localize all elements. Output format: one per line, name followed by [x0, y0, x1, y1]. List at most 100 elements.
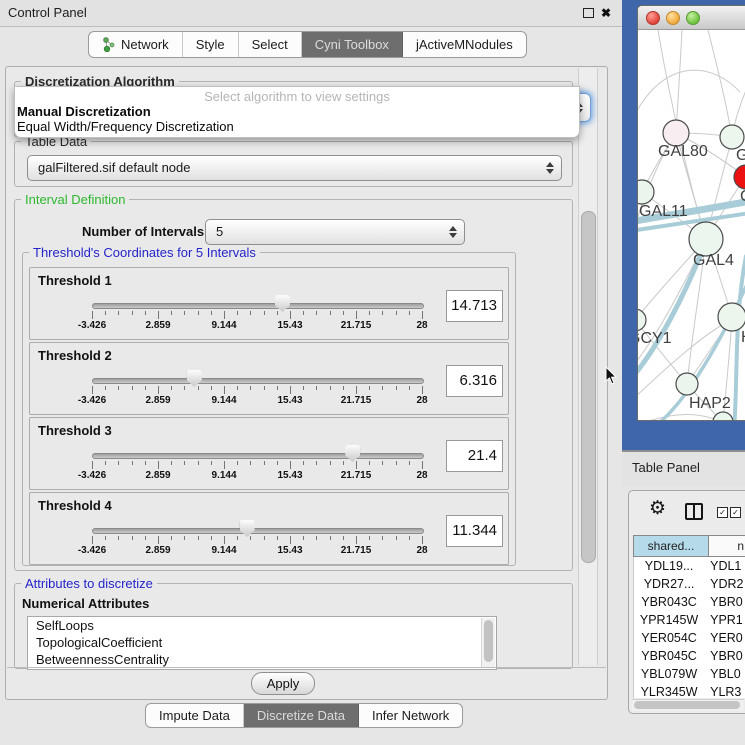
- panel-title: Control Panel: [8, 0, 87, 26]
- tick-label: 2.859: [130, 395, 186, 406]
- cell-shared-name[interactable]: YBR043C: [634, 593, 704, 611]
- threshold-value-input[interactable]: 6.316: [446, 365, 503, 397]
- table-row[interactable]: YER054CYER0: [634, 629, 745, 647]
- slider-thumb[interactable]: [187, 370, 202, 387]
- tab-impute-data[interactable]: Impute Data: [146, 704, 244, 727]
- table-row[interactable]: YBL079WYBL0: [634, 665, 745, 683]
- cell-name[interactable]: YDR2: [704, 575, 745, 593]
- table-row[interactable]: YPR145WYPR1: [634, 611, 745, 629]
- slider-thumb[interactable]: [345, 445, 360, 462]
- tab-jactivemnodules[interactable]: jActiveMNodules: [403, 32, 526, 57]
- tick: [396, 536, 397, 540]
- tick: [382, 311, 383, 315]
- control-panel-tabs: Network Style Select Cyni Toolbox jActiv…: [88, 31, 527, 58]
- cell-shared-name[interactable]: YDL19...: [634, 557, 704, 575]
- cell-shared-name[interactable]: YPR145W: [634, 611, 704, 629]
- tab-style[interactable]: Style: [183, 32, 239, 57]
- cell-shared-name[interactable]: YBR045C: [634, 647, 704, 665]
- threshold-value-input[interactable]: 14.713: [446, 290, 503, 322]
- threshold-value-input[interactable]: 11.344: [446, 515, 503, 547]
- tick: [316, 461, 317, 465]
- panel-scrollbar[interactable]: [578, 68, 598, 665]
- slider-track[interactable]: [92, 303, 424, 309]
- tick: [158, 386, 159, 394]
- close-traffic-light-icon[interactable]: [646, 11, 660, 25]
- attribute-item[interactable]: SelfLoops: [28, 617, 496, 634]
- slider-track[interactable]: [92, 453, 424, 459]
- table-data-combobox[interactable]: galFiltered.sif default node: [27, 155, 562, 181]
- float-panel-icon[interactable]: [583, 8, 594, 18]
- tick: [409, 386, 410, 390]
- tab-discretize-data[interactable]: Discretize Data: [244, 704, 359, 727]
- tab-network[interactable]: Network: [89, 32, 183, 57]
- network-node[interactable]: [638, 180, 654, 204]
- cell-name[interactable]: YBL0: [704, 665, 745, 683]
- network-window-titlebar[interactable]: [638, 6, 745, 30]
- column-split-icon[interactable]: [685, 503, 703, 520]
- network-node-label: GAL4: [693, 252, 734, 269]
- threshold-row: Threshold 1-3.4262.8599.14415.4321.71528…: [29, 267, 509, 340]
- cell-shared-name[interactable]: YER054C: [634, 629, 704, 647]
- tick: [356, 386, 357, 394]
- column-header-name[interactable]: n: [709, 535, 745, 557]
- tick: [264, 536, 265, 540]
- threshold-value-input[interactable]: 21.4: [446, 440, 503, 472]
- num-intervals-combobox[interactable]: 5: [205, 219, 465, 245]
- network-node[interactable]: [676, 373, 698, 395]
- tick: [92, 536, 93, 544]
- gear-icon[interactable]: ⚙: [649, 499, 666, 519]
- slider-track[interactable]: [92, 528, 424, 534]
- cell-name[interactable]: YLR3: [704, 683, 745, 698]
- checkbox-icon[interactable]: ✓: [730, 507, 741, 518]
- network-node[interactable]: [718, 303, 745, 331]
- cell-shared-name[interactable]: YLR345W: [634, 683, 704, 698]
- network-node[interactable]: [734, 165, 745, 189]
- network-node[interactable]: [713, 412, 733, 420]
- table-header-row: shared... n: [633, 535, 745, 557]
- table-panel-title: Table Panel: [632, 452, 700, 484]
- network-node[interactable]: [638, 309, 646, 331]
- tab-select[interactable]: Select: [239, 32, 302, 57]
- tick: [316, 386, 317, 390]
- minimize-traffic-light-icon[interactable]: [666, 11, 680, 25]
- tick: [396, 461, 397, 465]
- tick-marks: [92, 536, 422, 545]
- table-row[interactable]: YDR27...YDR2: [634, 575, 745, 593]
- attribute-item[interactable]: TopologicalCoefficient: [28, 634, 496, 651]
- table-row[interactable]: YBR043CYBR0: [634, 593, 745, 611]
- attribute-item[interactable]: BetweennessCentrality: [28, 651, 496, 668]
- table-row[interactable]: YLR345WYLR3: [634, 683, 745, 698]
- cell-shared-name[interactable]: YBL079W: [634, 665, 704, 683]
- cell-name[interactable]: YER0: [704, 629, 745, 647]
- zoom-traffic-light-icon[interactable]: [686, 11, 700, 25]
- cell-name[interactable]: YBR0: [704, 647, 745, 665]
- tick: [290, 536, 291, 544]
- network-node[interactable]: [689, 222, 723, 256]
- tick: [105, 386, 106, 390]
- tick-label: 15.43: [262, 545, 318, 556]
- table-h-scrollbar[interactable]: [632, 699, 744, 711]
- tab-infer-network[interactable]: Infer Network: [359, 704, 462, 727]
- slider-track[interactable]: [92, 378, 424, 384]
- tick: [356, 311, 357, 319]
- network-node[interactable]: [720, 125, 744, 149]
- table-row[interactable]: YBR045CYBR0: [634, 647, 745, 665]
- cell-shared-name[interactable]: YDR27...: [634, 575, 704, 593]
- column-header-shared-name[interactable]: shared...: [633, 535, 709, 557]
- mouse-cursor: [605, 366, 619, 386]
- algorithm-option-manual[interactable]: Manual Discretization: [17, 104, 151, 119]
- close-icon[interactable]: ✖: [601, 5, 611, 21]
- slider-thumb[interactable]: [275, 295, 290, 312]
- attribute-list-scrollbar[interactable]: [481, 618, 495, 668]
- network-canvas[interactable]: GAL80GACGAL11GAL4GCY1HHAP2: [638, 30, 745, 420]
- algorithm-option-equal-width[interactable]: Equal Width/Frequency Discretization: [17, 119, 234, 134]
- cell-name[interactable]: YBR0: [704, 593, 745, 611]
- table-row[interactable]: YDL19...YDL1: [634, 557, 745, 575]
- slider-thumb[interactable]: [240, 520, 255, 537]
- cell-name[interactable]: YPR1: [704, 611, 745, 629]
- cell-name[interactable]: YDL1: [704, 557, 745, 575]
- apply-button[interactable]: Apply: [251, 672, 315, 695]
- threshold-label: Threshold 2: [38, 348, 112, 363]
- checkbox-icon[interactable]: ✓: [717, 507, 728, 518]
- tab-cyni-toolbox[interactable]: Cyni Toolbox: [302, 32, 403, 57]
